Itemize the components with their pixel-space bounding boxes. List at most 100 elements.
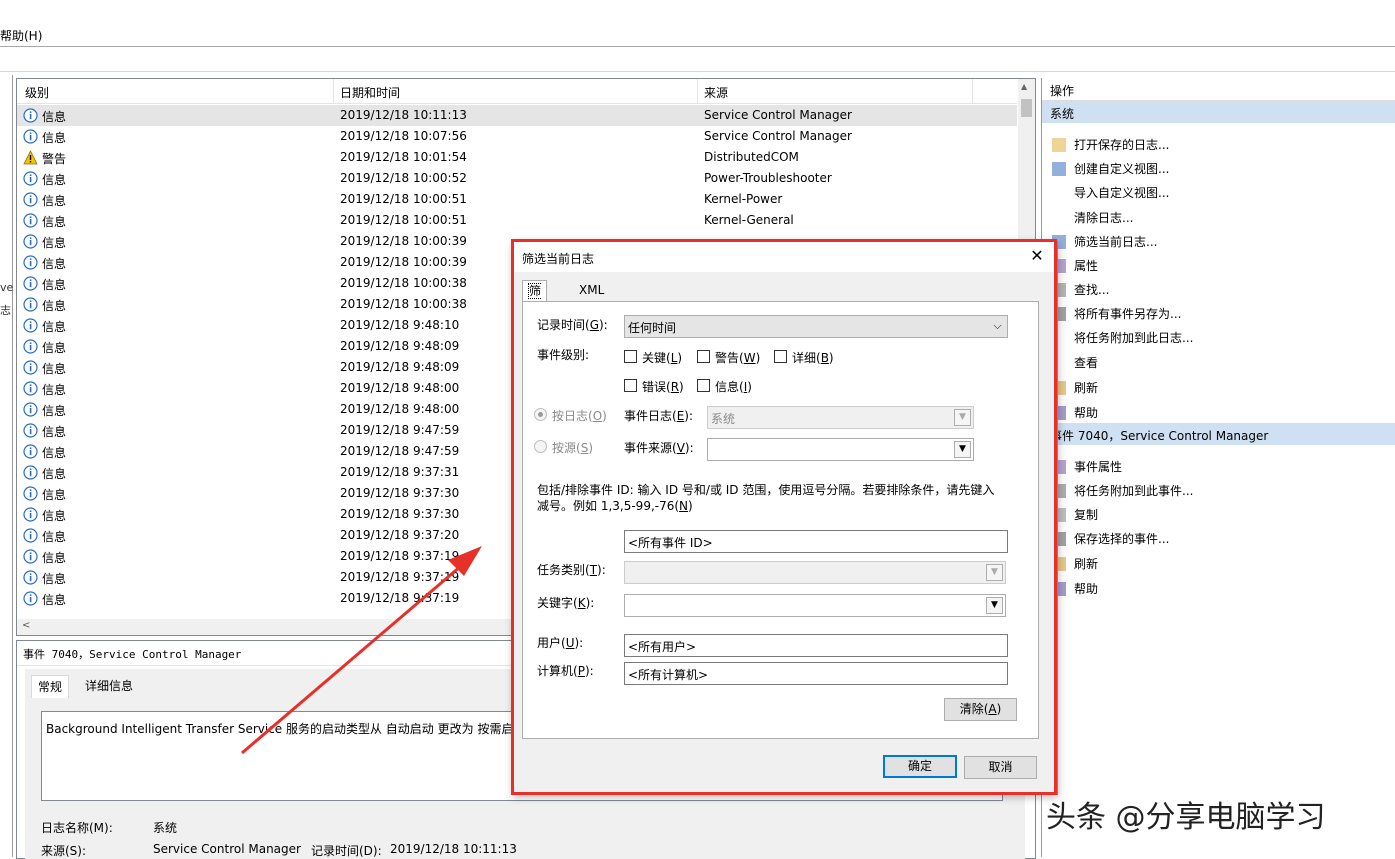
- chevron-down-icon: ▼: [986, 564, 1003, 581]
- folder-open-icon: [1052, 138, 1066, 152]
- action-item[interactable]: 属性: [1074, 257, 1098, 274]
- event-logs-select[interactable]: 系统 ▼: [707, 406, 974, 429]
- column-datetime[interactable]: 日期和时间: [340, 84, 400, 101]
- by-source-radio[interactable]: [534, 440, 547, 453]
- cancel-button[interactable]: 取消: [964, 756, 1037, 779]
- toolbar: [0, 47, 1395, 72]
- row-level: 信息: [42, 110, 67, 124]
- row-level: 信息: [42, 530, 67, 544]
- actions-section-event[interactable]: 事件 7040，Service Control Manager: [1042, 423, 1395, 445]
- action-item[interactable]: 查看: [1074, 354, 1098, 371]
- row-level: 信息: [42, 551, 67, 565]
- source-value: Service Control Manager: [153, 842, 301, 856]
- table-row[interactable]: 信息 2019/12/18 10:00:51 Kernel-Power: [17, 189, 1017, 210]
- info-icon: [23, 402, 38, 417]
- info-icon: [23, 213, 38, 228]
- info-icon: [23, 465, 38, 480]
- computer-input[interactable]: <所有计算机>: [624, 662, 1008, 685]
- source-label: 来源(S):: [41, 844, 87, 858]
- column-level[interactable]: 级别: [25, 84, 49, 101]
- action-item[interactable]: 查找...: [1074, 281, 1109, 298]
- action-item[interactable]: 事件属性: [1074, 458, 1122, 475]
- clear-button[interactable]: 清除(A): [944, 698, 1017, 721]
- table-row[interactable]: 信息 2019/12/18 10:07:56 Service Control Man…: [17, 126, 1017, 147]
- logged-select[interactable]: 任何时间 ⌵: [624, 315, 1008, 338]
- action-item[interactable]: 清除日志...: [1074, 209, 1133, 226]
- table-row[interactable]: 信息 2019/12/18 10:11:13 Service Control Man…: [17, 105, 1017, 126]
- column-source[interactable]: 来源: [704, 84, 728, 101]
- action-item[interactable]: 将所有事件另存为...: [1074, 305, 1181, 322]
- info-icon: [23, 108, 38, 123]
- by-log-radio[interactable]: [534, 408, 547, 421]
- action-item[interactable]: 导入自定义视图...: [1074, 184, 1169, 201]
- ok-button[interactable]: 确定: [883, 755, 957, 778]
- keywords-label: 关键字(K):: [537, 596, 595, 610]
- warning-checkbox[interactable]: [697, 350, 710, 363]
- info-icon: [23, 129, 38, 144]
- action-item[interactable]: 帮助: [1074, 580, 1098, 597]
- action-item[interactable]: 帮助: [1074, 404, 1098, 421]
- actions-section-system[interactable]: 系统: [1042, 101, 1395, 123]
- info-icon: [23, 423, 38, 438]
- error-checkbox[interactable]: [624, 379, 637, 392]
- table-row[interactable]: 警告 2019/12/18 10:01:54 DistributedCOM: [17, 147, 1017, 168]
- tree-clipped-text[interactable]: ve: [0, 281, 13, 294]
- actions-header: 操作: [1042, 78, 1395, 101]
- action-item[interactable]: 复制: [1074, 506, 1098, 523]
- row-datetime: 2019/12/18 9:48:00: [340, 402, 460, 416]
- info-icon: [23, 444, 38, 459]
- row-datetime: 2019/12/18 9:47:59: [340, 423, 460, 437]
- info-icon: [23, 507, 38, 522]
- action-item[interactable]: 创建自定义视图...: [1074, 160, 1169, 177]
- action-item[interactable]: 筛选当前日志...: [1074, 233, 1157, 250]
- tab-details[interactable]: 详细信息: [79, 675, 139, 697]
- info-icon: [23, 171, 38, 186]
- computer-label: 计算机(P):: [537, 664, 594, 678]
- row-source: Service Control Manager: [704, 129, 852, 143]
- action-item[interactable]: 将任务附加到此事件...: [1074, 482, 1193, 499]
- table-row[interactable]: 信息 2019/12/18 10:00:51 Kernel-General: [17, 210, 1017, 231]
- row-level: 信息: [42, 341, 67, 355]
- error-label: 错误(R): [642, 380, 684, 394]
- action-item[interactable]: 将任务附加到此日志...: [1074, 329, 1193, 346]
- row-source: Kernel-Power: [704, 192, 783, 206]
- verbose-checkbox[interactable]: [774, 350, 787, 363]
- row-level: 信息: [42, 446, 67, 460]
- user-input[interactable]: <所有用户>: [624, 634, 1008, 657]
- close-icon[interactable]: ✕: [1027, 246, 1047, 266]
- row-datetime: 2019/12/18 9:37:31: [340, 465, 460, 479]
- scrollbar-thumb[interactable]: [1021, 99, 1032, 117]
- critical-label: 关键(L): [642, 351, 683, 365]
- info-checkbox[interactable]: [697, 379, 710, 392]
- keywords-select[interactable]: ▼: [624, 594, 1006, 617]
- action-item[interactable]: 刷新: [1074, 379, 1098, 396]
- tab-general[interactable]: 常规: [31, 675, 70, 698]
- event-id-input[interactable]: <所有事件 ID>: [624, 530, 1008, 553]
- row-source: Kernel-General: [704, 213, 794, 227]
- log-name-label: 日志名称(M):: [41, 821, 113, 835]
- action-item[interactable]: 保存选择的事件...: [1074, 530, 1169, 547]
- by-source-label: 按源(S): [552, 441, 593, 455]
- critical-checkbox[interactable]: [624, 350, 637, 363]
- info-icon: [23, 192, 38, 207]
- chevron-down-icon: ▼: [986, 597, 1003, 614]
- action-item[interactable]: 打开保存的日志...: [1074, 136, 1169, 153]
- menu-help[interactable]: 帮助(H): [0, 27, 42, 44]
- table-row[interactable]: 信息 2019/12/18 10:00:52 Power-Troubleshoote…: [17, 168, 1017, 189]
- tab-xml[interactable]: XML: [574, 280, 610, 300]
- row-datetime: 2019/12/18 9:48:10: [340, 318, 460, 332]
- scroll-up-icon[interactable]: ▲: [1021, 82, 1027, 91]
- task-category-label: 任务类别(T):: [537, 563, 606, 577]
- event-sources-select[interactable]: ▼: [707, 438, 974, 461]
- tab-filter[interactable]: 筛选器: [522, 280, 548, 339]
- info-icon: [23, 360, 38, 375]
- action-item[interactable]: 刷新: [1074, 555, 1098, 572]
- scroll-left-icon[interactable]: <: [22, 620, 30, 631]
- log-name-value: 系统: [153, 821, 178, 835]
- info-icon: [23, 486, 38, 501]
- task-category-select[interactable]: ▼: [624, 561, 1006, 584]
- dialog-title: 筛选当前日志: [522, 252, 595, 266]
- tree-clipped-text[interactable]: 志: [0, 302, 11, 318]
- row-level: 信息: [42, 509, 67, 523]
- info-icon: [23, 276, 38, 291]
